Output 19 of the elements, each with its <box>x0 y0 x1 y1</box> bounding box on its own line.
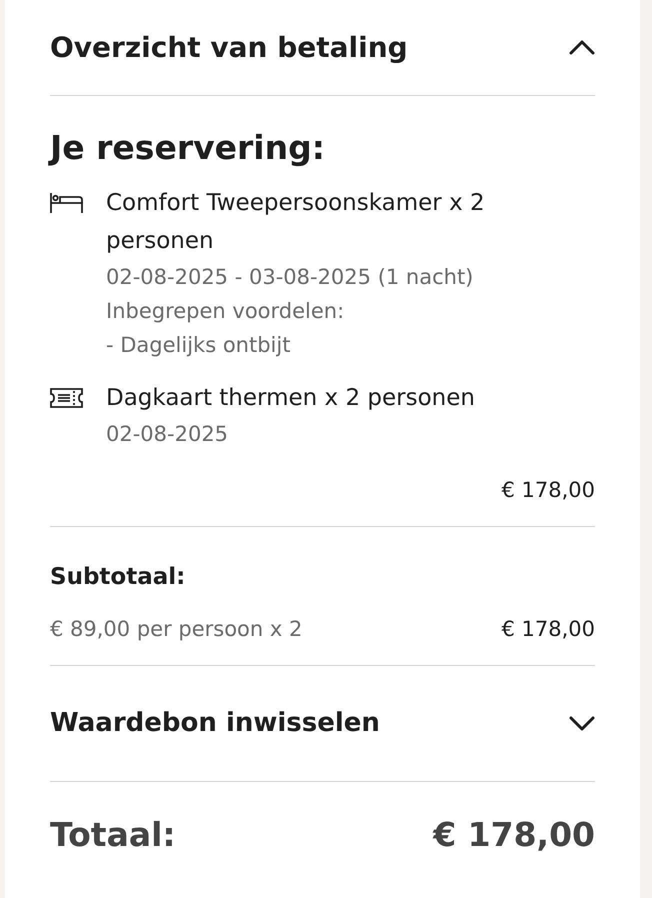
item-detail: 02-08-2025 <box>106 421 230 448</box>
item-detail: 02-08-2025 - 03-08-2025 (1 nacht) <box>106 264 474 291</box>
chevron-down-icon[interactable] <box>569 716 595 731</box>
item-detail: Inbegrepen voordelen: <box>106 298 346 325</box>
reservation-amount: € 178,00 <box>501 477 595 504</box>
chevron-up-icon[interactable] <box>569 40 595 55</box>
bed-icon <box>50 193 83 213</box>
price-per-person: € 89,00 per persoon x 2 <box>50 616 302 643</box>
item-title: Comfort Tweepersoonskamer x 2 personen <box>106 189 486 256</box>
reservation-heading: Je reservering: <box>50 127 326 169</box>
voucher-toggle[interactable]: Waardebon inwisselen <box>50 704 380 743</box>
total-label: Totaal: <box>50 814 176 856</box>
section-title[interactable]: Overzicht van betaling <box>50 26 408 68</box>
subtotal-amount: € 178,00 <box>501 616 595 643</box>
subtotal-label: Subtotaal: <box>50 563 186 592</box>
ticket-icon <box>50 388 83 408</box>
item-detail: - Dagelijks ontbijt <box>106 332 292 359</box>
item-title: Dagkaart thermen x 2 personen <box>106 384 475 413</box>
total-amount: € 178,00 <box>433 814 595 856</box>
